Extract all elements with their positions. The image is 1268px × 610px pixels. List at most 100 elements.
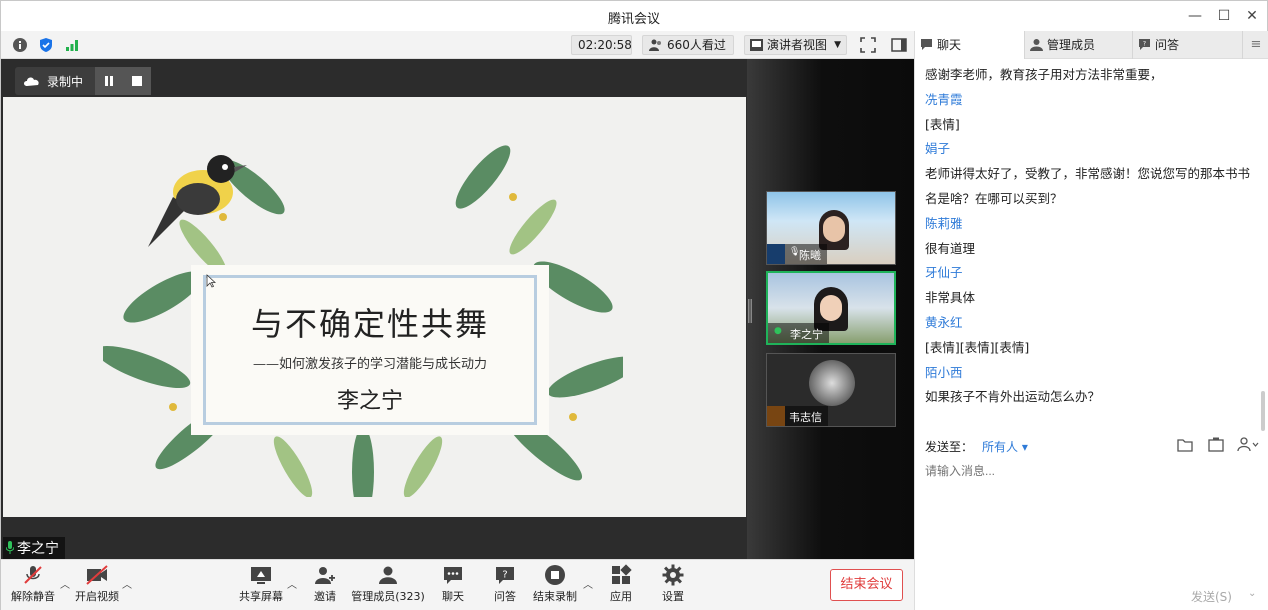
- participant-tile[interactable]: 🎙 陈曦: [766, 191, 896, 265]
- avatar-face: [823, 216, 845, 242]
- chat-icon: [921, 39, 932, 50]
- announcement-icon[interactable]: [1208, 437, 1224, 452]
- file-icon[interactable]: [1177, 438, 1195, 452]
- speaker-view-icon: [750, 39, 763, 51]
- fullscreen-icon[interactable]: [860, 37, 876, 53]
- qa-label: 问答: [494, 590, 516, 603]
- start-video-button[interactable]: 开启视频: [71, 564, 123, 608]
- add-user-icon: [315, 567, 335, 584]
- view-mode-dropdown[interactable]: 演讲者视图 ▼: [744, 35, 847, 55]
- chat-sender[interactable]: 牙仙子: [925, 261, 1261, 286]
- tab-qa[interactable]: ? 问答: [1133, 31, 1243, 59]
- chat-label: 聊天: [442, 590, 464, 603]
- start-video-label: 开启视频: [75, 590, 119, 603]
- speaker-name: 李之宁: [17, 541, 59, 557]
- bottom-toolbar: 解除静音 ︿ 开启视频 ︿ 共享屏幕 ︿ 邀请 管理成员(323) 聊天 ? 问…: [1, 559, 914, 610]
- menu-icon[interactable]: ≡: [1243, 31, 1268, 59]
- tile-name: ● 李之宁: [768, 323, 829, 343]
- question-icon: ?: [1139, 39, 1150, 50]
- chat-message: [表情]: [925, 116, 960, 132]
- audio-options-caret[interactable]: ︿: [60, 576, 70, 591]
- chat-button[interactable]: 聊天: [435, 564, 471, 608]
- gear-icon: [662, 564, 684, 586]
- invite-label: 邀请: [314, 590, 336, 603]
- share-screen-button[interactable]: 共享屏幕: [237, 564, 285, 608]
- chat-sender[interactable]: 娟子: [925, 137, 1261, 162]
- avatar-face: [820, 295, 842, 321]
- members-icon: [1030, 39, 1043, 51]
- chevron-down-icon: ▼: [834, 40, 841, 50]
- chat-sender[interactable]: 陌小西: [925, 361, 1261, 386]
- user-settings-icon[interactable]: [1237, 437, 1259, 452]
- recording-bar: 录制中: [15, 67, 151, 95]
- chat-sender[interactable]: 陈莉雅: [925, 212, 1261, 237]
- send-to-select[interactable]: 所有人 ▾: [982, 438, 1028, 455]
- tab-chat[interactable]: 聊天: [915, 31, 1025, 59]
- chat-scrollbar[interactable]: [1261, 391, 1265, 431]
- close-button[interactable]: ✕: [1241, 5, 1263, 27]
- viewers-label: 660人看过: [667, 38, 726, 52]
- apps-button[interactable]: 应用: [603, 564, 639, 608]
- sidebar-toggle-icon[interactable]: [891, 37, 907, 53]
- send-button[interactable]: 发送(S): [1191, 588, 1232, 605]
- record-options-caret[interactable]: ︿: [583, 576, 593, 591]
- stop-record-button[interactable]: [123, 67, 151, 95]
- slide-author: 李之宁: [336, 389, 403, 414]
- stop-recording-button[interactable]: 结束录制: [531, 564, 579, 608]
- cloud-icon: [24, 77, 39, 86]
- chat-input[interactable]: [925, 461, 1255, 481]
- send-to-row: 发送至： 所有人 ▾: [925, 436, 1261, 456]
- info-icon[interactable]: [12, 37, 28, 53]
- drag-handle-icon[interactable]: [748, 299, 752, 323]
- chat-sender[interactable]: 冼青霞: [925, 88, 1261, 113]
- meeting-window: 腾讯会议 — ☐ ✕ 02:20:58 660人看过 演讲者视图 ▼ 录制中 与…: [0, 0, 1268, 610]
- stop-recording-label: 结束录制: [533, 590, 577, 603]
- svg-text:?: ?: [1143, 41, 1146, 48]
- avatar: [809, 360, 855, 406]
- chat-sender[interactable]: 黄永红: [925, 311, 1261, 336]
- record-stop-icon: [545, 565, 565, 585]
- active-speaker-label: 李之宁: [3, 537, 65, 559]
- meeting-timer: 02:20:58: [571, 35, 632, 55]
- apps-label: 应用: [610, 590, 632, 603]
- mic-muted-icon: [24, 566, 42, 584]
- participant-tile[interactable]: 韦志信: [766, 353, 896, 427]
- settings-button[interactable]: 设置: [655, 564, 691, 608]
- mic-icon: 🎙: [789, 247, 801, 257]
- send-options-caret[interactable]: ⌄: [1248, 588, 1256, 599]
- qa-button[interactable]: ? 问答: [487, 564, 523, 608]
- manage-members-label: 管理成员(323): [351, 590, 425, 603]
- share-options-caret[interactable]: ︿: [287, 576, 297, 591]
- tile-name: 🎙 陈曦: [767, 244, 827, 264]
- svg-text:?: ?: [502, 570, 507, 581]
- shield-icon[interactable]: [38, 37, 54, 53]
- signal-icon[interactable]: [64, 37, 80, 53]
- viewers-count[interactable]: 660人看过: [642, 35, 734, 55]
- invite-button[interactable]: 邀请: [307, 564, 343, 608]
- maximize-button[interactable]: ☐: [1213, 5, 1235, 27]
- settings-label: 设置: [662, 590, 684, 603]
- manage-members-button[interactable]: 管理成员(323): [351, 564, 425, 608]
- minimize-button[interactable]: —: [1184, 5, 1206, 27]
- tab-members[interactable]: 管理成员: [1025, 31, 1133, 59]
- question-icon: ?: [496, 567, 514, 584]
- meeting-info-bar: 02:20:58 660人看过 演讲者视图 ▼: [1, 31, 914, 59]
- slide-title: 与不确定性共舞: [250, 305, 489, 343]
- chat-panel: 聊天 管理成员 ? 问答 ≡ 感谢李老师，教育孩子用对方法非常重要， 冼青霞 […: [914, 31, 1268, 610]
- recording-label: 录制中: [47, 75, 84, 89]
- presentation-slide: 与不确定性共舞 ——如何激发孩子的学习潜能与成长动力 李之宁: [3, 97, 746, 517]
- chat-message: 非常具体: [925, 290, 976, 306]
- participant-tile-active[interactable]: ● 李之宁: [766, 271, 896, 345]
- stop-icon: [132, 76, 142, 86]
- window-title: 腾讯会议: [607, 12, 660, 27]
- video-options-caret[interactable]: ︿: [122, 576, 132, 591]
- unmute-button[interactable]: 解除静音: [9, 564, 57, 608]
- end-meeting-button[interactable]: 结束会议: [830, 569, 903, 601]
- pause-record-button[interactable]: [95, 67, 123, 95]
- people-icon: [649, 39, 661, 51]
- shared-screen: 录制中 与不确定性共舞 ——如何激发孩子的学习潜能与成长动力 李之宁 李之宁: [1, 59, 747, 559]
- chat-message: [表情][表情][表情]: [925, 339, 1030, 355]
- view-mode-label: 演讲者视图: [767, 38, 828, 52]
- cursor-icon: [206, 274, 216, 288]
- apps-icon: [612, 564, 632, 584]
